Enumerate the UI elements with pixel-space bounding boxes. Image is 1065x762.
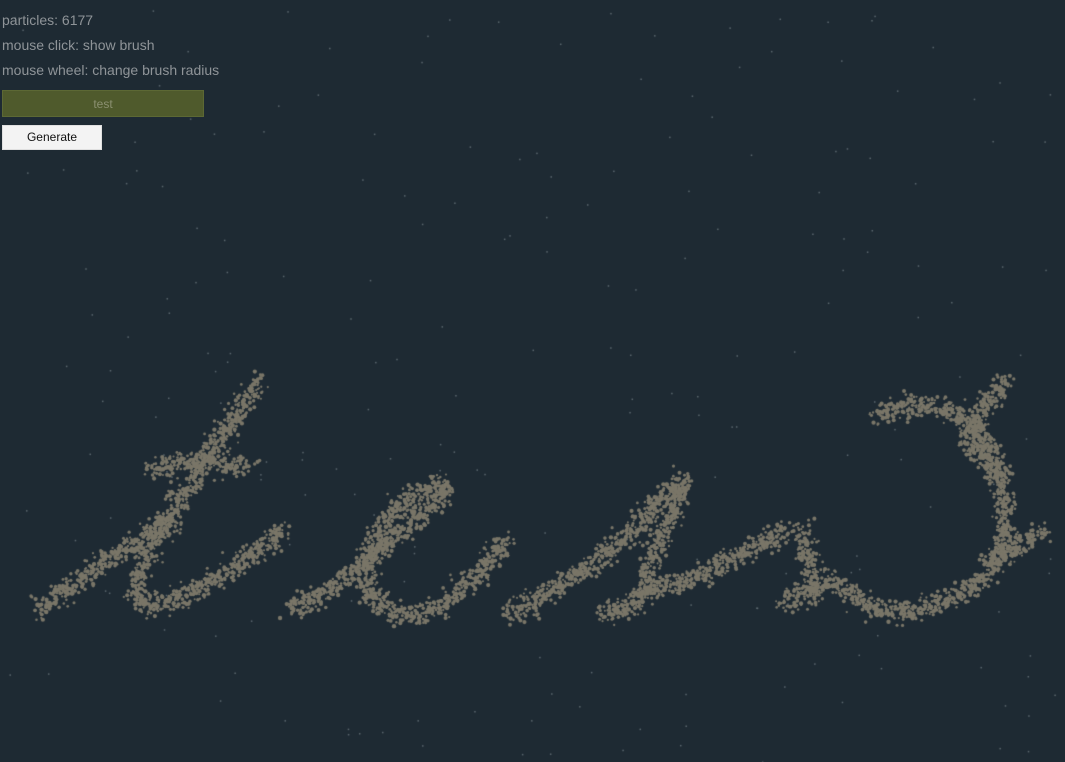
particle-stage: particles: 6177 mouse click: show brush … <box>0 0 1065 762</box>
generate-button[interactable]: Generate <box>2 125 102 150</box>
info-panel: particles: 6177 mouse click: show brush … <box>2 10 219 85</box>
text-input[interactable] <box>2 90 204 117</box>
mouse-wheel-hint: mouse wheel: change brush radius <box>2 62 220 78</box>
mouse-click-hint: mouse click: show brush <box>2 37 155 53</box>
particle-count-label: particles: 6177 <box>2 12 94 28</box>
